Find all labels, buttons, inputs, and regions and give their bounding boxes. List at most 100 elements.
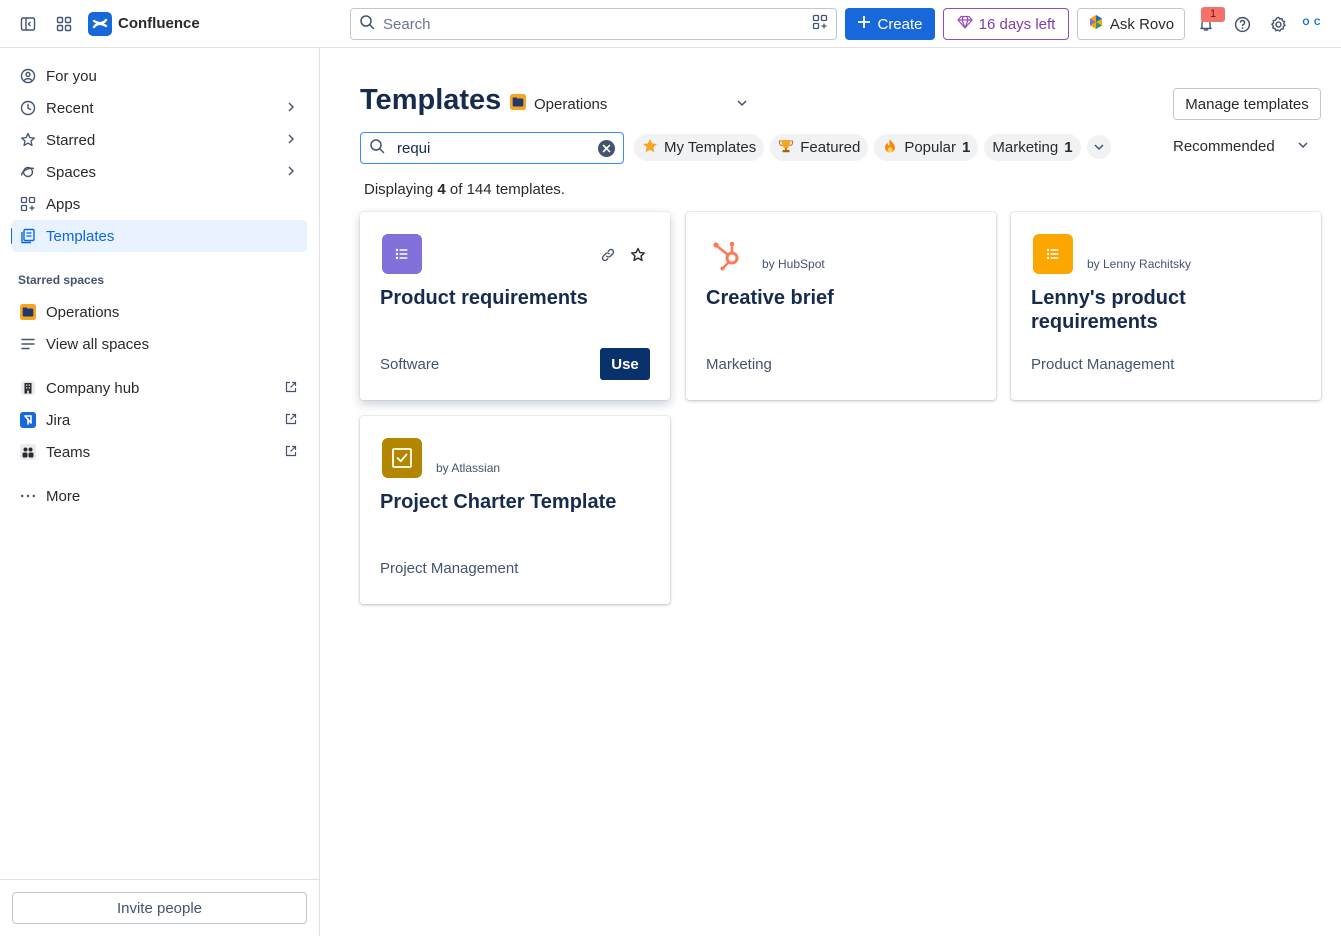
card-category: Project Management <box>380 560 519 577</box>
card-actions <box>600 247 646 268</box>
settings-gear-icon[interactable] <box>1262 8 1294 40</box>
sidebar-item-recent[interactable]: Recent <box>12 92 307 124</box>
results-count: Displaying 4 of 144 templates. <box>364 181 565 198</box>
sidebar-toggle-icon[interactable] <box>12 8 44 40</box>
sidebar-space-operations[interactable]: Operations <box>12 296 307 328</box>
card-title: Project Charter Template <box>380 491 617 513</box>
top-navigation-bar: Confluence Search Create 16 days left As… <box>0 0 1341 48</box>
checkbox-document-icon <box>382 438 422 478</box>
sidebar-item-for-you[interactable]: For you <box>12 60 307 92</box>
confluence-logo[interactable]: Confluence <box>88 11 200 36</box>
sidebar-item-label: Apps <box>46 195 81 213</box>
sidebar-item-label: Operations <box>46 303 120 321</box>
use-template-button[interactable]: Use <box>600 348 650 380</box>
trial-days-left-button[interactable]: 16 days left <box>943 8 1069 40</box>
manage-templates-button[interactable]: Manage templates <box>1173 88 1321 120</box>
sidebar-item-templates[interactable]: Templates <box>12 220 307 252</box>
plus-icon <box>857 15 871 33</box>
ask-rovo-button[interactable]: Ask Rovo <box>1077 8 1185 40</box>
sidebar-item-apps[interactable]: Apps <box>12 188 307 220</box>
list-icon <box>20 336 36 352</box>
rovo-icon <box>1088 14 1104 34</box>
chip-label: Marketing <box>992 139 1059 156</box>
sidebar-item-jira[interactable]: Jira <box>12 404 307 436</box>
chevron-right-icon[interactable] <box>285 100 297 117</box>
chevron-right-icon[interactable] <box>285 164 297 181</box>
chip-label: Popular <box>904 139 957 156</box>
card-category: Product Management <box>1031 356 1175 373</box>
template-card-product-requirements[interactable]: Product requirements Software Use <box>360 212 670 400</box>
star-filled-icon <box>642 138 658 158</box>
sort-dropdown[interactable]: Recommended <box>1173 138 1313 155</box>
card-category: Software <box>380 356 440 373</box>
template-card-creative-brief[interactable]: by HubSpot Creative brief Marketing <box>686 212 996 400</box>
page-title: Templates <box>360 84 502 116</box>
template-search-value: requi <box>397 139 431 157</box>
help-icon[interactable] <box>1226 8 1258 40</box>
template-card-lennys-product-requirements[interactable]: by Lenny Rachitsky Lenny's product requi… <box>1011 212 1321 400</box>
card-author: by Atlassian <box>436 461 501 475</box>
search-icon <box>369 138 385 158</box>
invite-people-button[interactable]: Invite people <box>12 892 307 924</box>
search-placeholder: Search <box>383 15 431 33</box>
trophy-icon <box>778 138 794 158</box>
global-search-input[interactable]: Search <box>350 8 837 40</box>
fire-icon <box>882 138 898 158</box>
chip-label: My Templates <box>664 139 757 156</box>
card-author: by Lenny Rachitsky <box>1087 257 1192 271</box>
external-link-icon[interactable] <box>285 412 297 429</box>
sidebar-item-label: View all spaces <box>46 335 150 353</box>
main-content: Templates Operations Manage templates re… <box>320 48 1341 936</box>
create-button[interactable]: Create <box>845 8 935 40</box>
clock-icon <box>20 100 36 116</box>
app-switcher-icon[interactable] <box>48 8 80 40</box>
sidebar-item-spaces[interactable]: Spaces <box>12 156 307 188</box>
more-dots-icon <box>20 488 36 504</box>
jira-icon <box>20 412 36 428</box>
template-card-project-charter[interactable]: by Atlassian Project Charter Template Pr… <box>360 416 670 604</box>
link-icon[interactable] <box>600 247 616 268</box>
clear-search-icon[interactable] <box>598 139 615 157</box>
sidebar-item-label: More <box>46 487 81 505</box>
sidebar-item-label: Company hub <box>46 379 140 397</box>
apps-icon <box>20 196 36 212</box>
more-categories-chevron-icon[interactable] <box>1086 135 1111 159</box>
sidebar-item-label: Jira <box>46 411 71 429</box>
chevron-right-icon[interactable] <box>285 132 297 149</box>
search-filter-icon[interactable] <box>812 14 828 35</box>
chip-marketing[interactable]: Marketing 1 <box>984 134 1081 161</box>
chip-featured[interactable]: Featured <box>770 134 869 161</box>
card-title: Creative brief <box>706 287 834 309</box>
sidebar-item-more[interactable]: More <box>12 480 307 512</box>
star-icon <box>20 132 36 148</box>
diamond-icon <box>957 14 973 34</box>
sidebar-item-label: For you <box>46 67 97 85</box>
create-label: Create <box>877 15 923 33</box>
sidebar-divider <box>0 879 319 880</box>
sidebar-item-starred[interactable]: Starred <box>12 124 307 156</box>
space-selector[interactable]: Operations <box>510 92 750 116</box>
chip-my-templates[interactable]: My Templates <box>634 134 765 161</box>
external-link-icon[interactable] <box>285 444 297 461</box>
sidebar-item-company-hub[interactable]: Company hub <box>12 372 307 404</box>
chip-count: 1 <box>962 139 971 156</box>
sidebar-item-view-all-spaces[interactable]: View all spaces <box>12 328 307 360</box>
sidebar: For you Recent Starred Spaces Apps Templ… <box>0 48 320 936</box>
results-number: 4 <box>437 181 446 198</box>
operations-space-icon <box>20 304 36 320</box>
confluence-logo-icon <box>88 11 112 36</box>
chevron-down-icon <box>736 96 748 113</box>
sort-label: Recommended <box>1173 138 1275 155</box>
star-icon[interactable] <box>630 247 646 268</box>
app-name: Confluence <box>118 15 200 32</box>
external-link-icon[interactable] <box>285 380 297 397</box>
card-category: Marketing <box>706 356 772 373</box>
chip-popular[interactable]: Popular 1 <box>874 134 979 161</box>
sidebar-item-teams[interactable]: Teams <box>12 436 307 468</box>
card-title: Product requirements <box>380 287 588 309</box>
search-icon <box>359 14 375 35</box>
notification-badge: 1 <box>1201 7 1225 22</box>
user-avatar[interactable]: O C <box>1298 8 1326 36</box>
operations-space-icon <box>510 94 526 114</box>
template-search-input[interactable]: requi <box>360 132 624 164</box>
